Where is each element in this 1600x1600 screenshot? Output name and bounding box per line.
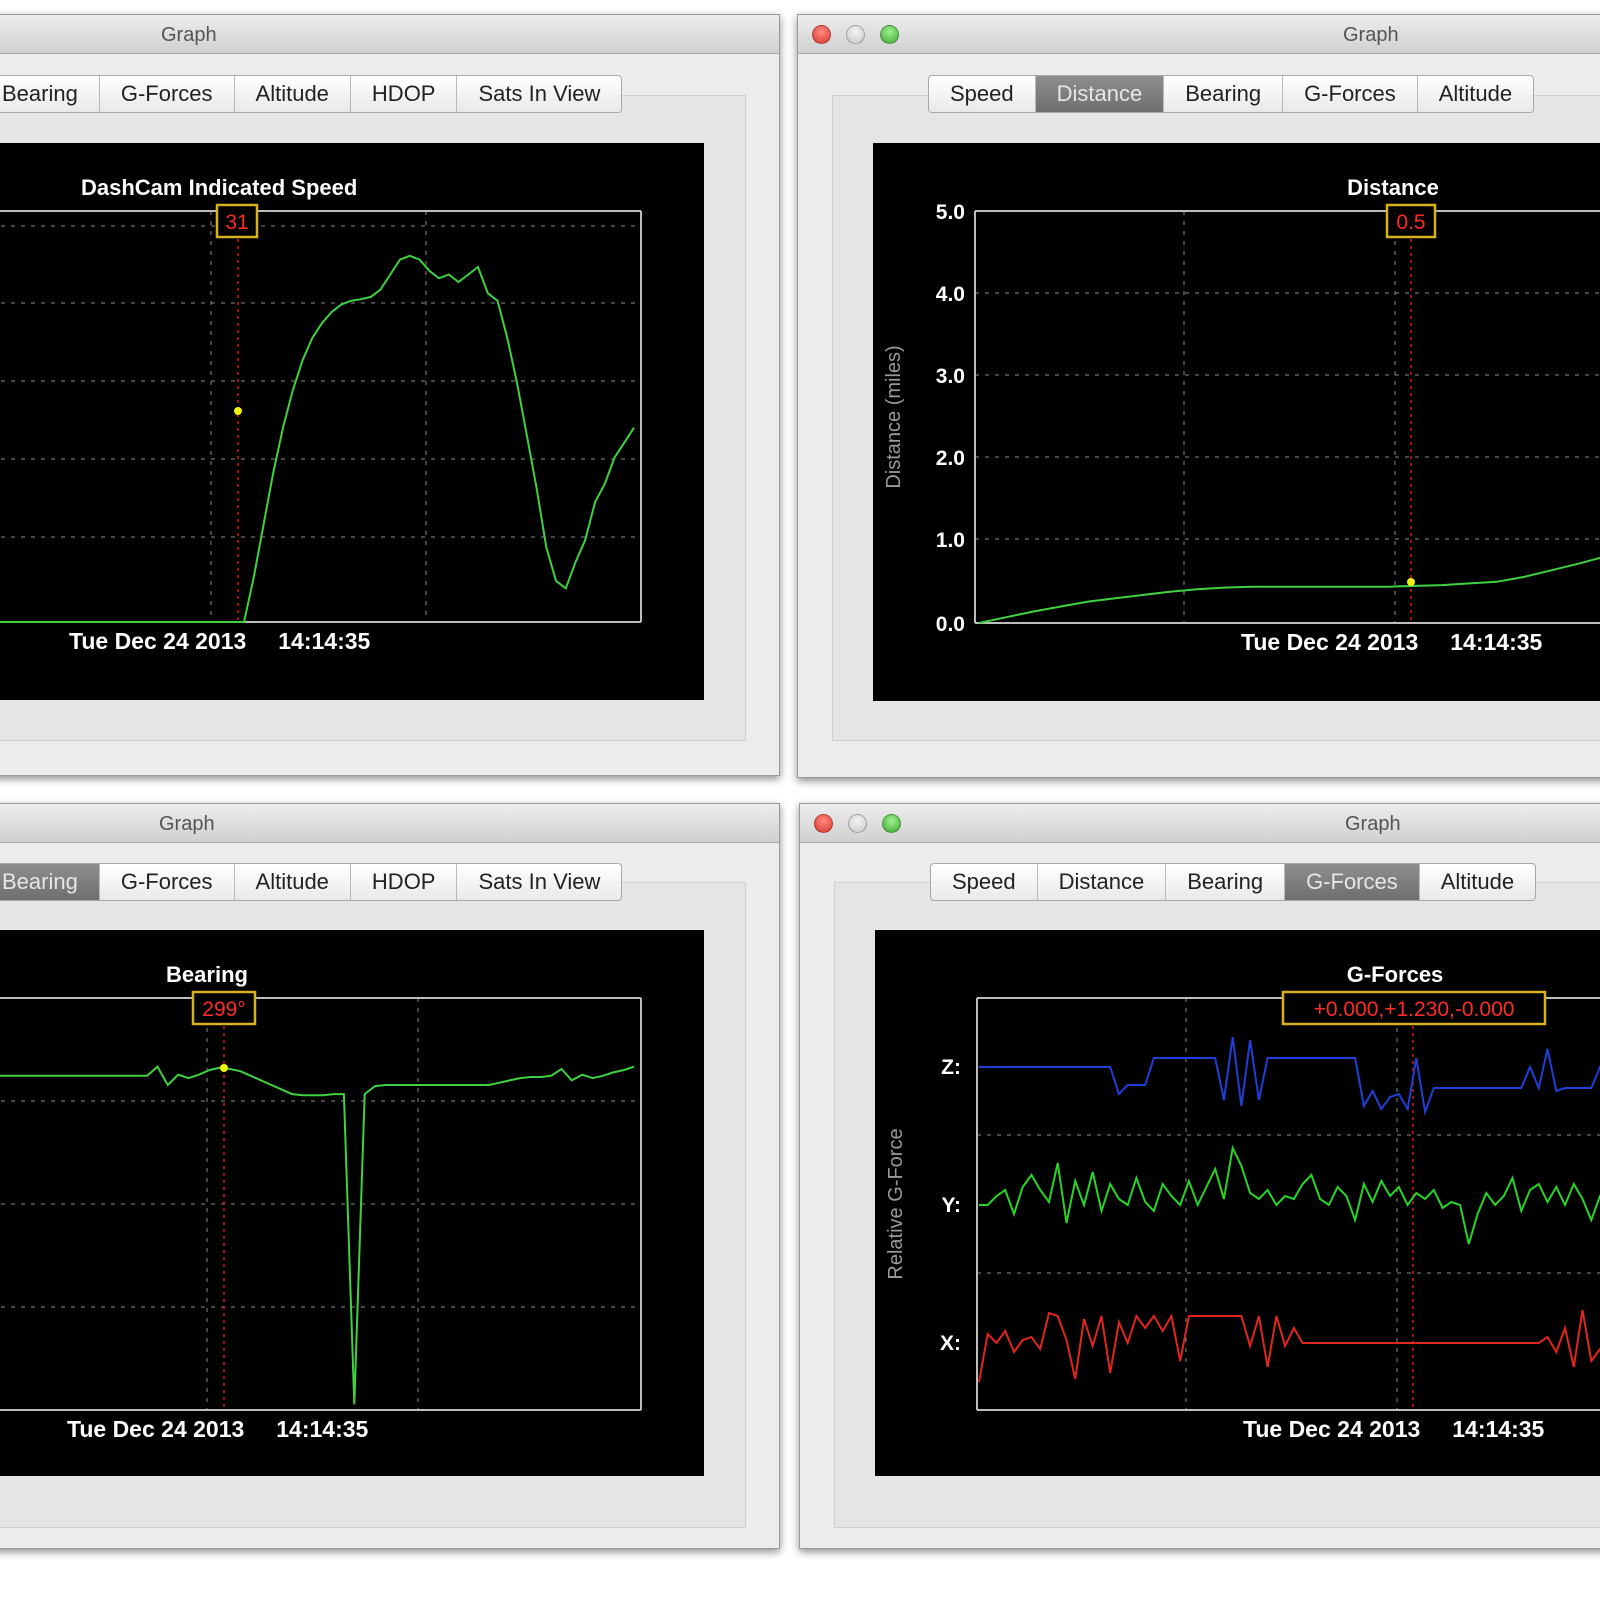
tab-g-forces[interactable]: G-Forces: [100, 76, 235, 112]
window-title: Graph: [161, 24, 217, 46]
y-tick-3: 3.0: [936, 365, 965, 388]
bearing-chart[interactable]: Bearing 299° Tue Dec 24 2013 14:14:35: [0, 930, 704, 1476]
g-force-x-line: [978, 1309, 1600, 1383]
window-title: Graph: [1343, 24, 1399, 46]
tab-distance[interactable]: Distance: [1035, 76, 1165, 112]
chart-title: Distance: [1347, 175, 1439, 200]
y-tick-z: Z:: [941, 1056, 961, 1079]
tab-bar: Bearing G-Forces Altitude HDOP Sats In V…: [0, 863, 623, 901]
tab-bar: Speed Distance Bearing G-Forces Altitude: [930, 863, 1537, 901]
tab-hdop[interactable]: HDOP: [351, 76, 458, 112]
cursor-dot: [234, 407, 242, 415]
window-titlebar[interactable]: Graph: [0, 804, 779, 843]
close-icon[interactable]: [812, 25, 831, 44]
y-axis-label: Relative G-Force: [885, 1128, 907, 1279]
tab-sats-in-view[interactable]: Sats In View: [457, 864, 621, 900]
distance-series-line: [978, 556, 1600, 624]
y-tick-x: X:: [940, 1332, 961, 1355]
tab-altitude[interactable]: Altitude: [1420, 864, 1535, 900]
graph-window-g-forces: Graph Speed Distance Bearing G-Forces Al…: [799, 803, 1600, 1549]
cursor-value: 0.5: [1396, 211, 1425, 234]
tab-g-forces[interactable]: G-Forces: [1285, 864, 1420, 900]
tab-altitude[interactable]: Altitude: [235, 76, 351, 112]
cursor-value: +0.000,+1.230,-0.000: [1314, 998, 1515, 1021]
tab-speed[interactable]: Speed: [931, 864, 1038, 900]
close-icon[interactable]: [814, 814, 833, 833]
tab-hdop[interactable]: HDOP: [351, 864, 458, 900]
cursor-value: 299°: [202, 998, 245, 1021]
cursor-dot: [1407, 578, 1415, 586]
tab-altitude[interactable]: Altitude: [1418, 76, 1533, 112]
graph-window-bearing: Graph Bearing G-Forces Altitude HDOP Sat…: [0, 803, 780, 1549]
tab-bearing[interactable]: Bearing: [1166, 864, 1286, 900]
y-axis-label: Distance (miles): [883, 345, 905, 488]
tab-g-forces[interactable]: G-Forces: [1283, 76, 1418, 112]
y-tick-5: 5.0: [936, 201, 965, 224]
g-forces-chart[interactable]: Z: Y: X: Relative G-Force G-Forces +0.00…: [875, 930, 1600, 1476]
chart-title: Bearing: [166, 962, 248, 987]
cursor-value: 31: [225, 211, 248, 234]
y-tick-0: 0.0: [936, 613, 965, 636]
y-tick-4: 4.0: [936, 283, 965, 306]
tab-altitude[interactable]: Altitude: [235, 864, 351, 900]
chart-title: G-Forces: [1347, 962, 1444, 987]
bearing-series-line: [0, 1065, 635, 1405]
tab-sats-in-view[interactable]: Sats In View: [457, 76, 621, 112]
graph-window-distance: Graph Speed Distance Bearing G-Forces Al…: [797, 14, 1600, 778]
y-tick-y: Y:: [942, 1194, 961, 1217]
chart-title: DashCam Indicated Speed: [81, 175, 357, 200]
window-titlebar[interactable]: Graph: [798, 15, 1600, 54]
zoom-icon[interactable]: [880, 25, 899, 44]
tab-bearing[interactable]: Bearing: [1164, 76, 1284, 112]
distance-chart[interactable]: 5.0 4.0 3.0 2.0 1.0 0.0 Distance (miles)…: [873, 143, 1600, 701]
timestamp-label: Tue Dec 24 2013 14:14:35: [1241, 629, 1543, 655]
timestamp-label: Tue Dec 24 2013 14:14:35: [69, 628, 371, 654]
g-force-y-line: [979, 1144, 1600, 1245]
graph-window-speed: Graph Bearing G-Forces Altitude HDOP Sat…: [0, 14, 780, 776]
window-titlebar[interactable]: Graph: [800, 804, 1600, 843]
timestamp-label: Tue Dec 24 2013 14:14:35: [67, 1416, 369, 1442]
tab-bearing[interactable]: Bearing: [0, 76, 100, 112]
tab-bearing[interactable]: Bearing: [0, 864, 100, 900]
tab-speed[interactable]: Speed: [929, 76, 1036, 112]
tab-distance[interactable]: Distance: [1038, 864, 1167, 900]
minimize-icon[interactable]: [846, 25, 865, 44]
speed-chart[interactable]: DashCam Indicated Speed 31 Tue Dec 24 20…: [0, 143, 704, 700]
g-force-z-line: [979, 1036, 1600, 1116]
minimize-icon[interactable]: [848, 814, 867, 833]
y-tick-2: 2.0: [936, 447, 965, 470]
tab-g-forces[interactable]: G-Forces: [100, 864, 235, 900]
speed-series-line: [0, 254, 635, 623]
window-title: Graph: [1345, 813, 1401, 835]
y-tick-1: 1.0: [936, 529, 965, 552]
window-title: Graph: [159, 813, 215, 835]
zoom-icon[interactable]: [882, 814, 901, 833]
tab-bar: Speed Distance Bearing G-Forces Altitude: [928, 75, 1535, 113]
cursor-dot: [220, 1064, 228, 1072]
tab-bar: Bearing G-Forces Altitude HDOP Sats In V…: [0, 75, 623, 113]
timestamp-label: Tue Dec 24 2013 14:14:35: [1243, 1416, 1545, 1442]
window-titlebar[interactable]: Graph: [0, 15, 779, 54]
